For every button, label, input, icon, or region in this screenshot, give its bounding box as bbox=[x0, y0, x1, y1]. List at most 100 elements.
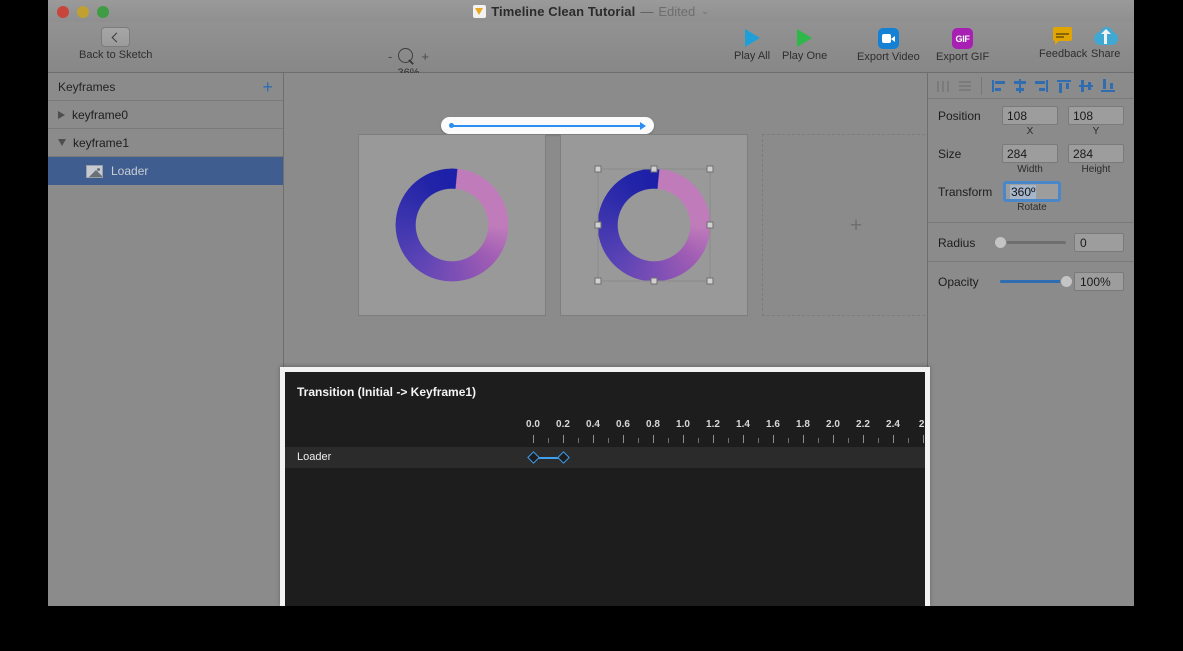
keyframe-marker[interactable] bbox=[557, 451, 570, 464]
keyframes-sidebar: Keyframes + keyframe0 keyframe1 Loader bbox=[48, 73, 284, 606]
titlebar: Timeline Clean Tutorial — Edited ⌄ bbox=[48, 0, 1134, 22]
sidebar-item-keyframe0[interactable]: keyframe0 bbox=[48, 101, 283, 129]
triangle-right-icon[interactable] bbox=[58, 111, 65, 119]
position-x-input[interactable]: 108 bbox=[1002, 106, 1058, 125]
timeline-title: Transition (Initial -> Keyframe1) bbox=[297, 385, 476, 399]
distribute-vertical-icon[interactable] bbox=[956, 77, 974, 95]
align-left-icon[interactable] bbox=[989, 77, 1007, 95]
distribute-horizontal-icon[interactable] bbox=[934, 77, 952, 95]
ruler-tick-label: 0.2 bbox=[556, 419, 570, 430]
radius-value-input[interactable]: 0 bbox=[1074, 233, 1124, 252]
play-triangle-icon bbox=[797, 29, 812, 47]
ruler-tick-label: 1.2 bbox=[706, 419, 720, 430]
magnifier-icon[interactable] bbox=[398, 48, 415, 65]
transition-arrow-icon[interactable] bbox=[441, 117, 654, 134]
play-all-button[interactable]: Play All bbox=[734, 29, 770, 62]
share-button[interactable]: Share bbox=[1091, 27, 1120, 60]
connector-line bbox=[451, 125, 641, 127]
ruler-major-tick bbox=[833, 435, 834, 443]
align-middle-vertical-icon[interactable] bbox=[1077, 77, 1095, 95]
ruler-tick-label: 2.4 bbox=[886, 419, 900, 430]
back-to-sketch-button[interactable]: Back to Sketch bbox=[79, 27, 152, 61]
play-one-label: Play One bbox=[782, 50, 827, 62]
radius-slider[interactable] bbox=[1000, 241, 1066, 244]
ruler-major-tick bbox=[743, 435, 744, 443]
timeline-track-loader[interactable]: Loader bbox=[285, 447, 925, 468]
ruler-minor-tick bbox=[698, 438, 699, 443]
sketch-diamond-icon bbox=[473, 5, 486, 18]
toolbar: Back to Sketch - + 36% Play All Play One… bbox=[48, 22, 1134, 73]
align-bottom-icon[interactable] bbox=[1099, 77, 1117, 95]
ruler-major-tick bbox=[713, 435, 714, 443]
artboard-keyframe1[interactable] bbox=[560, 134, 748, 316]
resize-handle-middle-left[interactable] bbox=[595, 221, 602, 228]
cloud-upload-icon bbox=[1094, 27, 1118, 46]
chevron-left-icon bbox=[112, 32, 122, 42]
keyframe-marker[interactable] bbox=[527, 451, 540, 464]
artboard-add-placeholder[interactable]: + bbox=[762, 134, 950, 316]
sidebar-item-keyframe1[interactable]: keyframe1 bbox=[48, 129, 283, 157]
position-row: Position 108 X 108 Y bbox=[928, 99, 1134, 137]
size-label: Size bbox=[938, 144, 1002, 161]
title-dash: — bbox=[640, 4, 653, 19]
resize-handle-middle-right[interactable] bbox=[707, 221, 714, 228]
resize-handle-bottom-left[interactable] bbox=[595, 278, 602, 285]
loader-ring-graphic[interactable] bbox=[396, 169, 509, 282]
triangle-down-icon[interactable] bbox=[58, 139, 66, 146]
feedback-button[interactable]: Feedback bbox=[1039, 27, 1087, 60]
timeline-ruler[interactable]: 0.00.20.40.60.81.01.21.41.61.82.02.22.42… bbox=[525, 419, 925, 445]
plus-icon[interactable]: + bbox=[850, 215, 862, 236]
export-video-label: Export Video bbox=[857, 51, 920, 63]
size-height-group: 284 Height bbox=[1068, 144, 1124, 175]
zoom-in-button[interactable]: + bbox=[421, 50, 429, 63]
opacity-slider[interactable] bbox=[1000, 280, 1066, 283]
ruler-tick-label: 2.2 bbox=[856, 419, 870, 430]
bubble-tail bbox=[1055, 40, 1060, 45]
resize-handle-top-center[interactable] bbox=[650, 166, 657, 173]
resize-handle-top-left[interactable] bbox=[595, 166, 602, 173]
ruler-minor-tick bbox=[548, 438, 549, 443]
play-one-button[interactable]: Play One bbox=[782, 29, 827, 62]
keyframes-header: Keyframes + bbox=[48, 73, 283, 101]
align-top-icon[interactable] bbox=[1055, 77, 1073, 95]
ruler-major-tick bbox=[893, 435, 894, 443]
upload-arrow-head bbox=[1101, 29, 1111, 34]
ruler-major-tick bbox=[923, 435, 924, 443]
video-camera-icon bbox=[878, 28, 899, 49]
transform-label: Transform bbox=[938, 182, 1004, 199]
ruler-minor-tick bbox=[728, 438, 729, 443]
ruler-minor-tick bbox=[788, 438, 789, 443]
opacity-slider-fill bbox=[1000, 280, 1066, 283]
size-width-input[interactable]: 284 bbox=[1002, 144, 1058, 163]
share-label: Share bbox=[1091, 48, 1120, 60]
artboard-initial[interactable] bbox=[358, 134, 546, 316]
timeline-body[interactable]: Transition (Initial -> Keyframe1) 0.00.2… bbox=[285, 372, 925, 606]
selection-bounding-box bbox=[598, 169, 711, 282]
sidebar-item-loader[interactable]: Loader bbox=[48, 157, 283, 185]
chevron-down-icon[interactable]: ⌄ bbox=[701, 7, 709, 16]
resize-handle-top-right[interactable] bbox=[707, 166, 714, 173]
export-gif-button[interactable]: GIF Export GIF bbox=[936, 28, 989, 63]
play-triangle-icon bbox=[745, 29, 760, 47]
transform-rotate-group: 360º Rotate bbox=[1004, 182, 1060, 213]
resize-handle-bottom-center[interactable] bbox=[650, 278, 657, 285]
plus-icon[interactable]: + bbox=[262, 78, 273, 96]
align-right-icon[interactable] bbox=[1033, 77, 1051, 95]
bubble-line bbox=[1056, 33, 1069, 34]
toolbar-divider bbox=[981, 77, 982, 95]
radius-slider-knob[interactable] bbox=[994, 236, 1007, 249]
transform-rotate-input[interactable]: 360º bbox=[1004, 182, 1060, 201]
position-label: Position bbox=[938, 106, 1002, 123]
radius-label: Radius bbox=[938, 236, 992, 250]
back-button-box[interactable] bbox=[101, 27, 130, 47]
zoom-out-button[interactable]: - bbox=[388, 50, 392, 63]
opacity-slider-knob[interactable] bbox=[1060, 275, 1073, 288]
ruler-tick-label: 1.0 bbox=[676, 419, 690, 430]
export-video-button[interactable]: Export Video bbox=[857, 28, 920, 63]
size-height-input[interactable]: 284 bbox=[1068, 144, 1124, 163]
align-center-horizontal-icon[interactable] bbox=[1011, 77, 1029, 95]
position-y-input[interactable]: 108 bbox=[1068, 106, 1124, 125]
zoom-row: - + bbox=[388, 48, 429, 65]
resize-handle-bottom-right[interactable] bbox=[707, 278, 714, 285]
opacity-value-input[interactable]: 100% bbox=[1074, 272, 1124, 291]
